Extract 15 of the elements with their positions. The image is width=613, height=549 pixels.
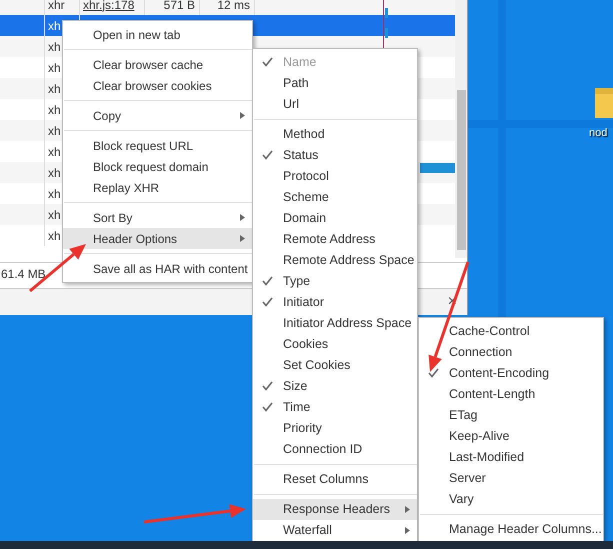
table-cell-text: xh [48,206,61,224]
table-cell: 12 ms [217,0,250,14]
table-cell-text: xh [48,144,61,160]
table-cell-text: xh [48,102,61,118]
table-cell-text: xh [48,186,61,202]
table-cell-text: xh [48,18,61,34]
table-cell-text: xh [48,122,61,140]
table-cell-text: xh [48,228,61,244]
table-cell-text: xh [48,38,61,56]
table-cell-text: xh [48,164,61,182]
table-cell: xhr [48,0,65,14]
table-cell: 571 B [164,0,195,14]
table-cell-text: xh [48,60,61,76]
status-text: 61.4 MB [1,266,46,282]
table-cell-text: xh [48,80,61,98]
